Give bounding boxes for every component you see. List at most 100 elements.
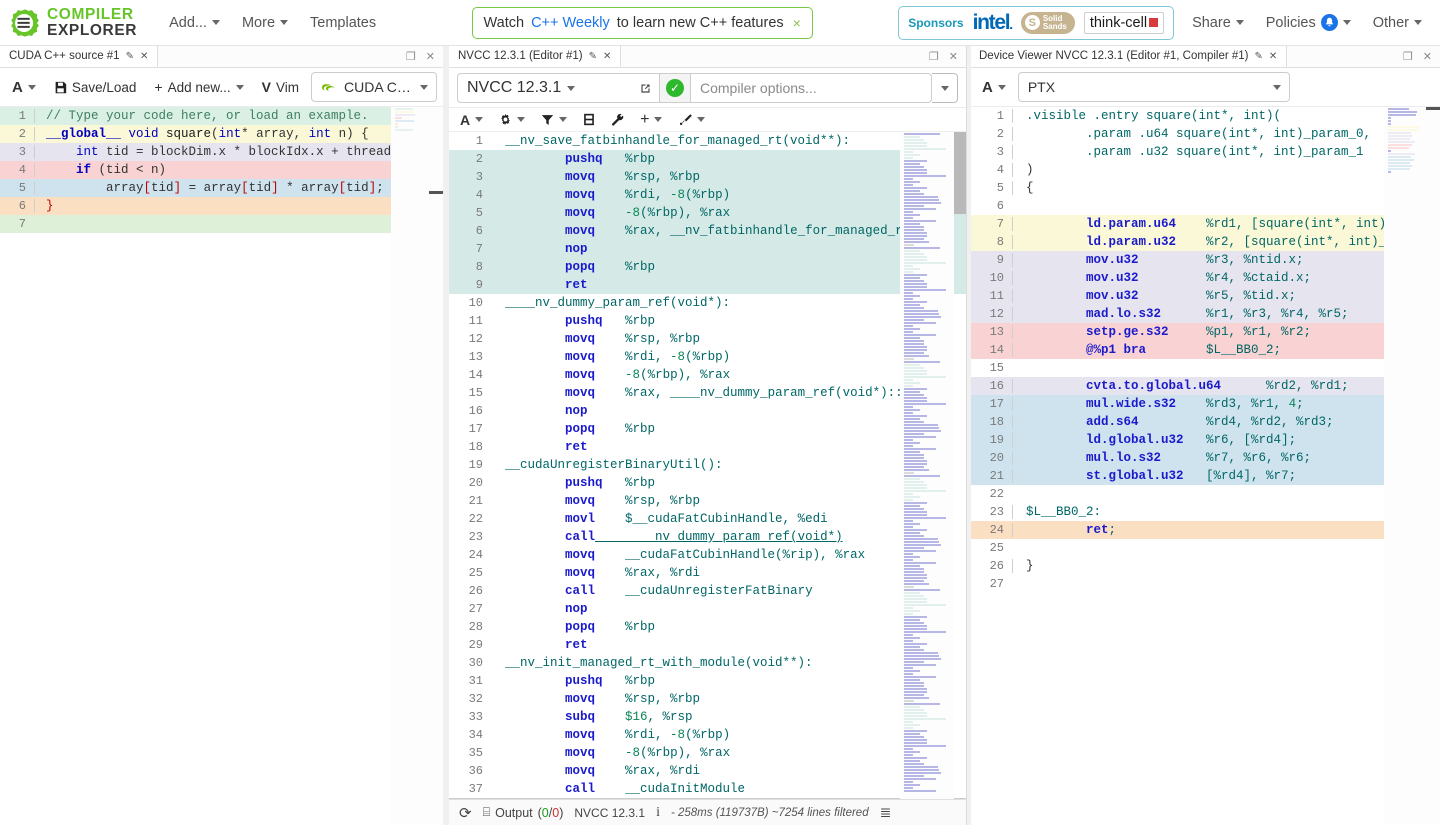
code-line[interactable]: 5 array[tid] = array[tid] * array[tid];: [0, 179, 443, 197]
code-line[interactable]: 17 popq %rbp: [449, 420, 966, 438]
sponsors-bar[interactable]: Sponsors intel. S SolidSands think-cell: [898, 6, 1174, 40]
code-line[interactable]: 9 mov.u32 %r3, %ntid.x;: [970, 251, 1440, 269]
code-line[interactable]: 23 call ____nv_dummy_param_ref(void*): [449, 528, 966, 546]
code-line[interactable]: 6 movq %rax, __nv_fatbinhandle_for_manag…: [449, 222, 966, 240]
close-icon[interactable]: ✕: [140, 51, 148, 62]
tab-cuda-source[interactable]: CUDA C++ source #1 ✎ ✕: [0, 46, 158, 67]
device-select[interactable]: PTX: [1018, 72, 1290, 102]
code-line[interactable]: 12 mad.lo.s32 %r1, %r3, %r4, %r5;: [970, 305, 1440, 323]
tab-nvcc-asm[interactable]: NVCC 12.3.1 (Editor #1) ✎ ✕: [449, 46, 621, 67]
code-line[interactable]: 5{: [970, 179, 1440, 197]
code-line[interactable]: 26 call __cudaUnregisterFatBinary: [449, 582, 966, 600]
compiler-options-dropdown[interactable]: [932, 73, 958, 103]
code-line[interactable]: 3 int tid = blockDim.x * blockIdx.x + th…: [0, 143, 443, 161]
device-vertical-scrollbar[interactable]: [1428, 107, 1440, 825]
compiler-select[interactable]: NVCC 12.3.1: [457, 73, 632, 103]
promo-close-icon[interactable]: ×: [793, 15, 801, 31]
asm-tools-button[interactable]: [608, 112, 627, 127]
code-line[interactable]: 17 mul.wide.s32 %rd3, %r1, 4;: [970, 395, 1440, 413]
code-line[interactable]: 28 popq %rbp: [449, 618, 966, 636]
code-line[interactable]: 36 movq %rax, %rdi: [449, 762, 966, 780]
code-line[interactable]: 3 movq %rsp, %rbp: [449, 168, 966, 186]
code-line[interactable]: 4 movq %rdi, -8(%rbp): [449, 186, 966, 204]
code-line[interactable]: 38 leave: [449, 798, 966, 799]
nav-item-share[interactable]: Share: [1182, 9, 1254, 37]
language-select[interactable]: CUDA C++: [311, 72, 437, 102]
code-line[interactable]: 7: [0, 215, 443, 233]
asm-colourise-button[interactable]: [675, 112, 708, 127]
code-line[interactable]: 7 nop: [449, 240, 966, 258]
code-line[interactable]: 2 .param .u64 square(int*, int)_param_0,: [970, 125, 1440, 143]
compiler-options-input[interactable]: Compiler options...: [691, 73, 932, 103]
device-editor[interactable]: 1.visible .entry square(int*, int)(2 .pa…: [970, 107, 1440, 825]
source-scrollbar-thumb[interactable]: [429, 191, 443, 194]
asm-libraries-button[interactable]: [580, 112, 598, 127]
close-icon[interactable]: ✕: [603, 51, 611, 62]
device-scrollbar-thumb[interactable]: [1426, 107, 1440, 110]
code-line[interactable]: 16 cvta.to.global.u64 %rd2, %rd1;: [970, 377, 1440, 395]
asm-settings-button[interactable]: [496, 112, 528, 127]
code-line[interactable]: 25 movq %rax, %rdi: [449, 564, 966, 582]
code-line[interactable]: 24 ret;: [970, 521, 1440, 539]
asm-editor[interactable]: 1__nv_save_fatbinhandle_for_managed_rt(v…: [449, 132, 966, 799]
code-line[interactable]: 12 movq %rsp, %rbp: [449, 330, 966, 348]
nav-item-more[interactable]: More: [232, 9, 298, 37]
nav-item-templates[interactable]: Templates: [300, 9, 386, 37]
sponsor-think-cell-logo[interactable]: think-cell: [1084, 12, 1164, 34]
close-icon[interactable]: ✕: [1269, 51, 1277, 62]
code-line[interactable]: 37 call __cudaInitModule: [449, 780, 966, 798]
code-line[interactable]: 15: [970, 359, 1440, 377]
code-line[interactable]: 10 mov.u32 %r4, %ctaid.x;: [970, 269, 1440, 287]
maximize-icon[interactable]: ❐: [929, 50, 939, 63]
code-line[interactable]: 26}: [970, 557, 1440, 575]
rename-pencil-icon[interactable]: ✎: [1255, 51, 1263, 62]
code-line[interactable]: 3 .param .u32 square(int*, int)_param_1: [970, 143, 1440, 161]
promo-link[interactable]: C++ Weekly: [531, 15, 610, 31]
close-pane-icon[interactable]: ✕: [949, 50, 958, 63]
code-line[interactable]: 8 ld.param.u32 %r2, [square(int*, int)_p…: [970, 233, 1440, 251]
nav-item-add[interactable]: Add...: [159, 9, 230, 37]
promo-banner[interactable]: Watch C++ Weekly to learn new C++ featur…: [472, 7, 813, 39]
code-line[interactable]: 23$L__BB0_2:: [970, 503, 1440, 521]
save-load-button[interactable]: Save/Load: [48, 77, 143, 98]
code-line[interactable]: 18 add.s64 %rd4, %rd2, %rd3;: [970, 413, 1440, 431]
code-line[interactable]: 4 if (tid < n): [0, 161, 443, 179]
nav-item-policies[interactable]: Policies: [1256, 8, 1361, 37]
brand-logo-group[interactable]: COMPILER EXPLORER: [10, 7, 137, 38]
code-line[interactable]: 7 ld.param.u64 %rd1, [square(int*, int)_: [970, 215, 1440, 233]
rename-pencil-icon[interactable]: ✎: [126, 51, 134, 62]
code-line[interactable]: 1.visible .entry square(int*, int)(: [970, 107, 1440, 125]
code-line[interactable]: 2__global__ void square(int* array, int …: [0, 125, 443, 143]
code-line[interactable]: 14 movq -8(%rbp), %rax: [449, 366, 966, 384]
maximize-icon[interactable]: ❐: [1403, 50, 1413, 63]
code-line[interactable]: 13 movq %rdi, -8(%rbp): [449, 348, 966, 366]
asm-font-button[interactable]: A: [457, 111, 486, 129]
close-pane-icon[interactable]: ✕: [426, 50, 435, 63]
code-line[interactable]: 16 nop: [449, 402, 966, 420]
asm-vertical-scrollbar[interactable]: [954, 132, 966, 799]
code-line[interactable]: 9 ret: [449, 276, 966, 294]
code-line[interactable]: 19 ld.global.u32 %r6, [%rd4];: [970, 431, 1440, 449]
code-line[interactable]: 33 subq $16, %rsp: [449, 708, 966, 726]
maximize-icon[interactable]: ❐: [406, 50, 416, 63]
code-line[interactable]: 20 pushq %rbp: [449, 474, 966, 492]
source-code-rows[interactable]: 1// Type your code here, or load an exam…: [0, 107, 443, 233]
code-line[interactable]: 4): [970, 161, 1440, 179]
code-line[interactable]: 8 popq %rbp: [449, 258, 966, 276]
code-line[interactable]: 32 movq %rsp, %rbp: [449, 690, 966, 708]
divider-source-asm[interactable]: [443, 46, 449, 825]
code-line[interactable]: 30__nv_init_managed_rt_with_module(void*…: [449, 654, 966, 672]
bell-notification-icon[interactable]: [1321, 14, 1338, 31]
asm-add-pane-button[interactable]: +: [637, 110, 665, 130]
code-line[interactable]: 6: [970, 197, 1440, 215]
source-vertical-scrollbar[interactable]: [431, 107, 443, 825]
device-code-rows[interactable]: 1.visible .entry square(int*, int)(2 .pa…: [970, 107, 1440, 593]
code-line[interactable]: 1__nv_save_fatbinhandle_for_managed_rt(v…: [449, 132, 966, 150]
code-line[interactable]: 18 ret: [449, 438, 966, 456]
code-line[interactable]: 2 pushq %rbp: [449, 150, 966, 168]
divider-asm-device[interactable]: [967, 46, 971, 825]
code-line[interactable]: 25: [970, 539, 1440, 557]
code-line[interactable]: 34 movq %rdi, -8(%rbp): [449, 726, 966, 744]
recompile-icon[interactable]: ⟳: [459, 804, 472, 822]
code-line[interactable]: 24 movq __cudaFatCubinHandle(%rip), %rax: [449, 546, 966, 564]
